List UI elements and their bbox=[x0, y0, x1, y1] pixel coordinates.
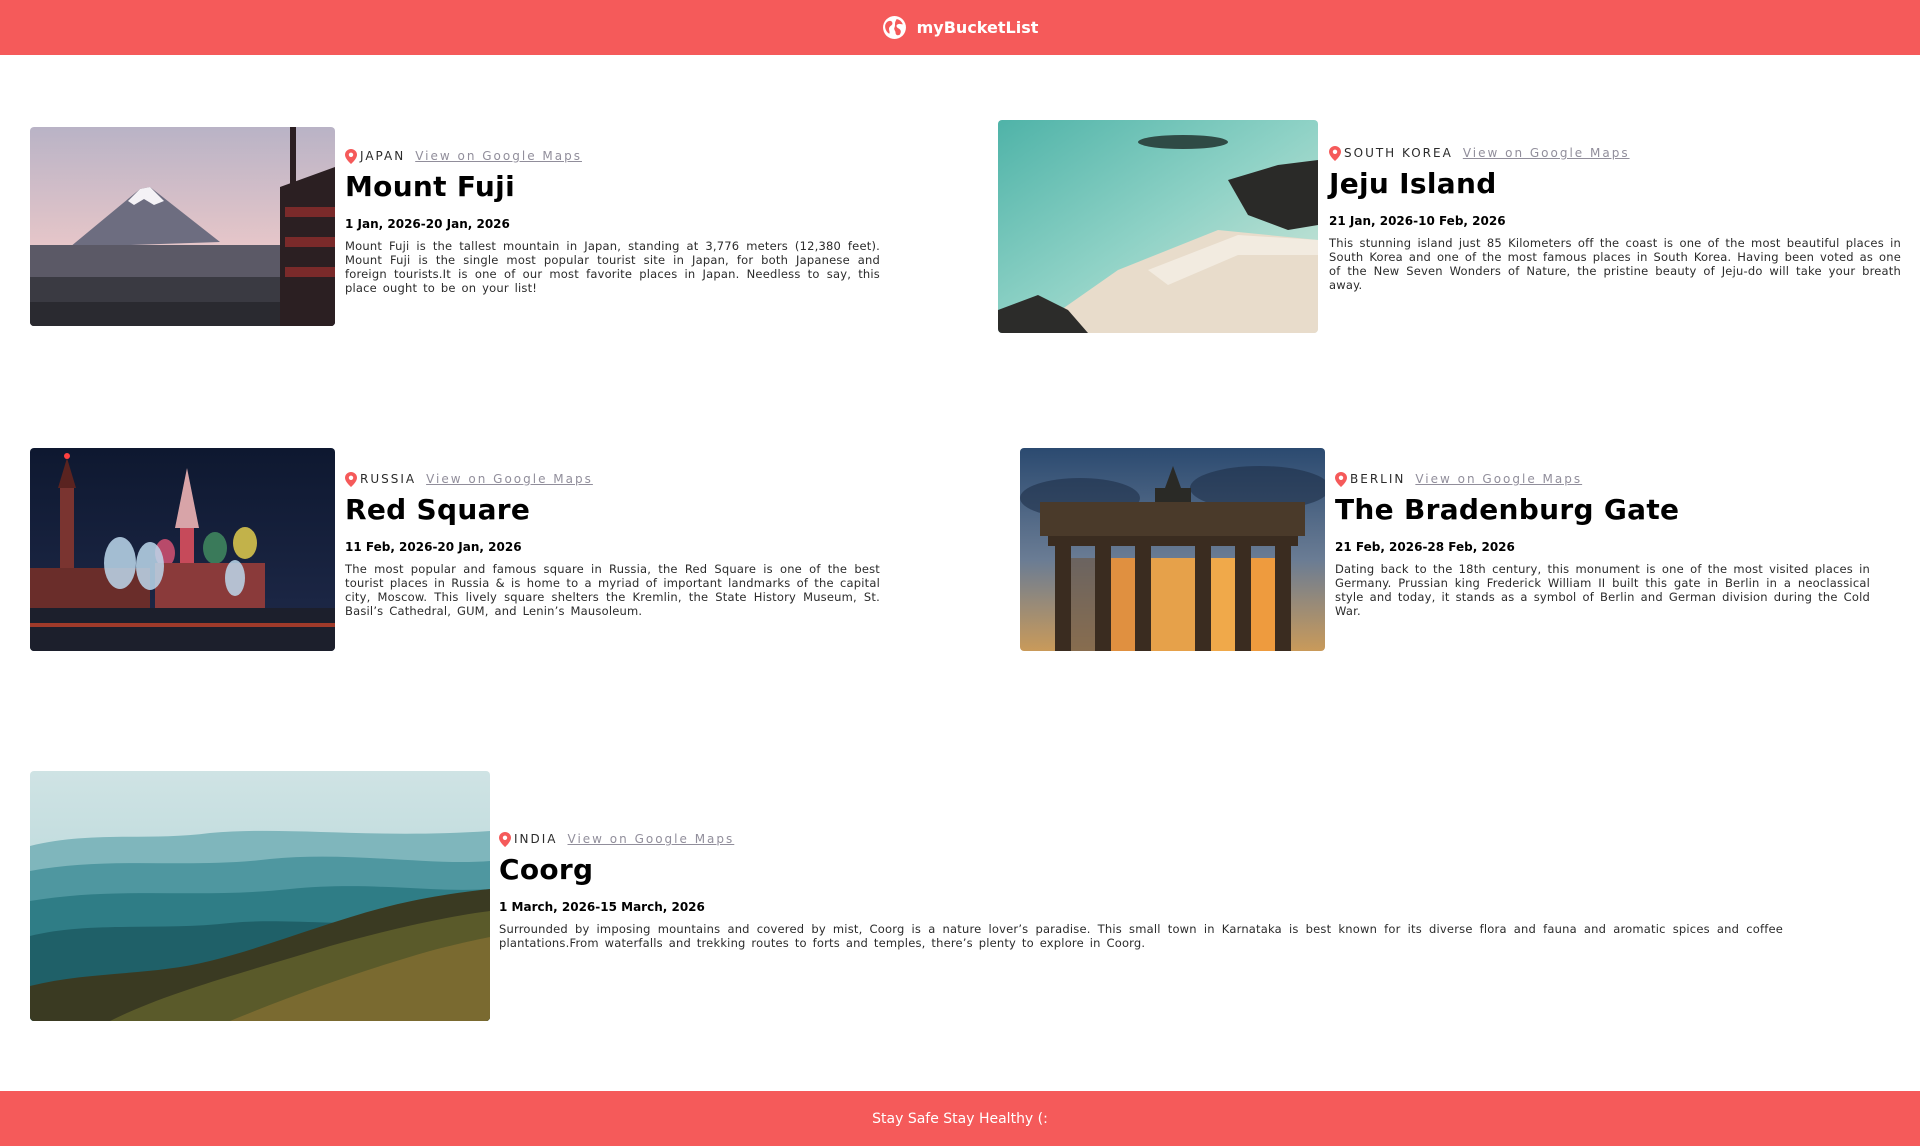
brand-name: myBucketList bbox=[916, 18, 1039, 37]
destination-description: Surrounded by imposing mountains and cov… bbox=[499, 922, 1783, 950]
country-label: JAPAN bbox=[360, 149, 406, 163]
site-footer: Stay Safe Stay Healthy (: bbox=[0, 1091, 1920, 1146]
location-pin-icon bbox=[1335, 471, 1347, 487]
trip-dates: 1 March, 2026-15 March, 2026 bbox=[499, 900, 705, 914]
destination-photo bbox=[30, 771, 490, 1021]
destination-description: This stunning island just 85 Kilometers … bbox=[1329, 236, 1901, 292]
destination-title: Jeju Island bbox=[1329, 167, 1497, 200]
destination-photo bbox=[998, 120, 1318, 333]
destination-photo bbox=[30, 127, 335, 326]
location-row: JAPAN View on Google Maps bbox=[345, 148, 880, 164]
country-label: BERLIN bbox=[1350, 472, 1406, 486]
trip-dates: 1 Jan, 2026-20 Jan, 2026 bbox=[345, 217, 510, 231]
location-pin-icon bbox=[345, 471, 357, 487]
location-row: RUSSIA View on Google Maps bbox=[345, 471, 880, 487]
location-row: BERLIN View on Google Maps bbox=[1335, 471, 1870, 487]
destination-title: Coorg bbox=[499, 853, 594, 886]
location-pin-icon bbox=[345, 148, 357, 164]
country-label: SOUTH KOREA bbox=[1344, 146, 1453, 160]
trip-dates: 11 Feb, 2026-20 Jan, 2026 bbox=[345, 540, 522, 554]
destination-photo bbox=[30, 448, 335, 651]
location-pin-icon bbox=[1329, 145, 1341, 161]
location-row: INDIA View on Google Maps bbox=[499, 831, 1783, 847]
globe-icon bbox=[882, 15, 907, 40]
trip-dates: 21 Feb, 2026-28 Feb, 2026 bbox=[1335, 540, 1515, 554]
destination-info: RUSSIA View on Google Maps Red Square 11… bbox=[345, 471, 880, 618]
destination-title: Mount Fuji bbox=[345, 170, 515, 203]
destination-description: Dating back to the 18th century, this mo… bbox=[1335, 562, 1870, 618]
google-maps-link[interactable]: View on Google Maps bbox=[426, 472, 593, 486]
country-label: RUSSIA bbox=[360, 472, 417, 486]
destination-info: SOUTH KOREA View on Google Maps Jeju Isl… bbox=[1329, 145, 1901, 292]
trip-dates: 21 Jan, 2026-10 Feb, 2026 bbox=[1329, 214, 1506, 228]
destination-title: Red Square bbox=[345, 493, 531, 526]
destination-title: The Bradenburg Gate bbox=[1335, 493, 1680, 526]
destination-description: Mount Fuji is the tallest mountain in Ja… bbox=[345, 239, 880, 295]
brand[interactable]: myBucketList bbox=[882, 15, 1039, 40]
google-maps-link[interactable]: View on Google Maps bbox=[1415, 472, 1582, 486]
footer-text: Stay Safe Stay Healthy (: bbox=[872, 1110, 1048, 1127]
destination-description: The most popular and famous square in Ru… bbox=[345, 562, 880, 618]
location-row: SOUTH KOREA View on Google Maps bbox=[1329, 145, 1901, 161]
country-label: INDIA bbox=[514, 832, 558, 846]
google-maps-link[interactable]: View on Google Maps bbox=[415, 149, 582, 163]
google-maps-link[interactable]: View on Google Maps bbox=[568, 832, 735, 846]
location-pin-icon bbox=[499, 831, 511, 847]
destination-info: JAPAN View on Google Maps Mount Fuji 1 J… bbox=[345, 148, 880, 295]
destination-info: INDIA View on Google Maps Coorg 1 March,… bbox=[499, 831, 1783, 950]
site-header: myBucketList bbox=[0, 0, 1920, 55]
google-maps-link[interactable]: View on Google Maps bbox=[1463, 146, 1630, 160]
destination-photo bbox=[1020, 448, 1325, 651]
destination-info: BERLIN View on Google Maps The Bradenbur… bbox=[1335, 471, 1870, 618]
